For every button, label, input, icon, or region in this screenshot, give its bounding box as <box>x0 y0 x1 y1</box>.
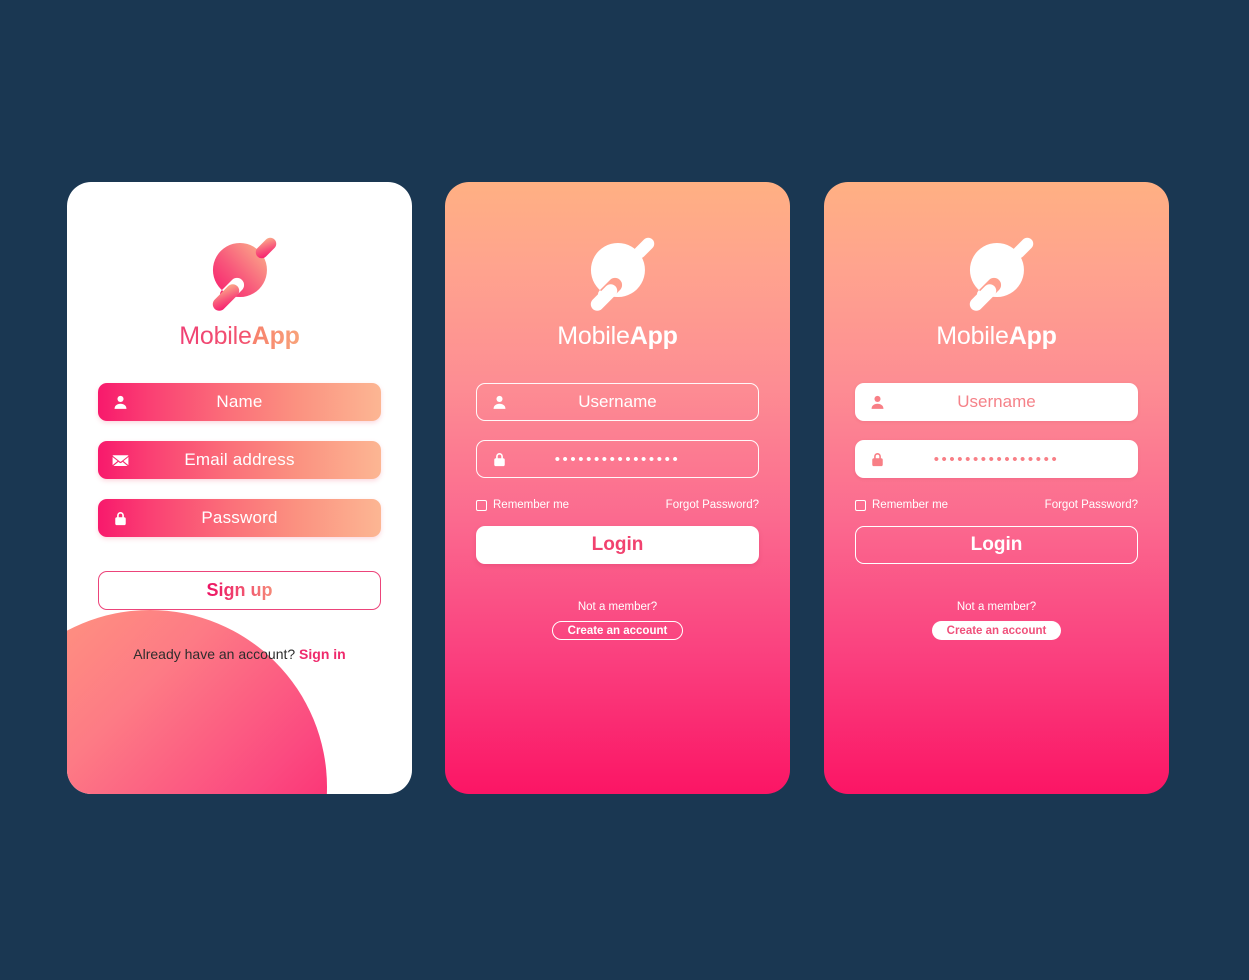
not-a-member-text: Not a member? <box>577 601 658 613</box>
login-button-label: Login <box>591 534 644 555</box>
login-options-row: Remember me Forgot Password? <box>855 499 1138 511</box>
password-field[interactable]: •••••••••••••••• <box>476 440 759 478</box>
email-field[interactable]: Email address <box>98 441 381 479</box>
login-options-row: Remember me Forgot Password? <box>476 499 759 511</box>
remember-me-checkbox[interactable]: Remember me <box>855 499 948 511</box>
brand-name-bold: App <box>251 322 300 350</box>
brand-name-light: Mobile <box>936 322 1009 350</box>
mail-icon <box>98 451 142 470</box>
lock-icon <box>98 510 142 527</box>
checkbox-box <box>855 499 866 511</box>
remember-me-label: Remember me <box>872 499 949 511</box>
planet-ring-icon <box>951 230 1043 314</box>
remember-me-checkbox[interactable]: Remember me <box>476 499 569 511</box>
planet-ring-icon <box>572 230 664 314</box>
signup-button-label: Sign up <box>206 580 273 600</box>
user-icon <box>855 394 899 411</box>
create-account-button[interactable]: Create an account <box>551 621 684 640</box>
login-fields: Username •••••••••••••••• <box>855 383 1138 478</box>
signin-link[interactable]: Sign in <box>299 646 346 662</box>
brand-name-bold: App <box>1008 322 1057 350</box>
login-outline-screen-card: MobileApp Username •••••••••••••••• Reme… <box>445 182 790 794</box>
screens-stage: MobileApp Name Email address Password Si… <box>0 0 1249 980</box>
forgot-password-link[interactable]: Forgot Password? <box>666 499 759 511</box>
password-field-value: •••••••••••••••• <box>933 450 1060 468</box>
brand-title: MobileApp <box>179 322 300 350</box>
user-icon <box>477 394 521 411</box>
brand-name-light: Mobile <box>557 322 630 350</box>
password-field[interactable]: •••••••••••••••• <box>855 440 1138 478</box>
signup-button[interactable]: Sign up <box>98 571 381 610</box>
login-fields: Username •••••••••••••••• <box>476 383 759 478</box>
signin-prompt-text: Already have an account? <box>133 646 296 662</box>
password-field-label: Password <box>201 508 278 527</box>
create-account-button[interactable]: Create an account <box>931 621 1062 640</box>
user-icon <box>98 394 142 411</box>
login-button[interactable]: Login <box>476 526 759 564</box>
password-field[interactable]: Password <box>98 499 381 537</box>
signup-fields: Name Email address Password <box>98 383 381 537</box>
username-field[interactable]: Username <box>855 383 1138 421</box>
login-filled-screen-card: MobileApp Username •••••••••••••••• Reme… <box>824 182 1169 794</box>
name-field[interactable]: Name <box>98 383 381 421</box>
brand-name-light: Mobile <box>179 322 252 350</box>
remember-me-label: Remember me <box>493 499 570 511</box>
lock-icon <box>477 451 521 468</box>
create-account-button-label: Create an account <box>567 624 668 637</box>
lock-icon <box>855 451 899 468</box>
not-a-member-text: Not a member? <box>956 601 1037 613</box>
forgot-password-link[interactable]: Forgot Password? <box>1045 499 1138 511</box>
email-field-label: Email address <box>184 450 295 469</box>
checkbox-box <box>476 499 487 511</box>
username-field[interactable]: Username <box>476 383 759 421</box>
password-field-value: •••••••••••••••• <box>554 450 681 468</box>
create-account-button-label: Create an account <box>946 624 1047 637</box>
brand-title: MobileApp <box>557 322 678 350</box>
signup-screen-card: MobileApp Name Email address Password Si… <box>67 182 412 794</box>
name-field-label: Name <box>216 392 263 411</box>
username-field-label: Username <box>578 392 657 411</box>
username-field-label: Username <box>957 392 1036 411</box>
login-button-label: Login <box>970 534 1023 555</box>
signin-prompt: Already have an account? Sign in <box>133 646 345 662</box>
login-button[interactable]: Login <box>855 526 1138 564</box>
planet-ring-icon <box>194 230 286 314</box>
brand-title: MobileApp <box>936 322 1057 350</box>
brand-name-bold: App <box>629 322 678 350</box>
